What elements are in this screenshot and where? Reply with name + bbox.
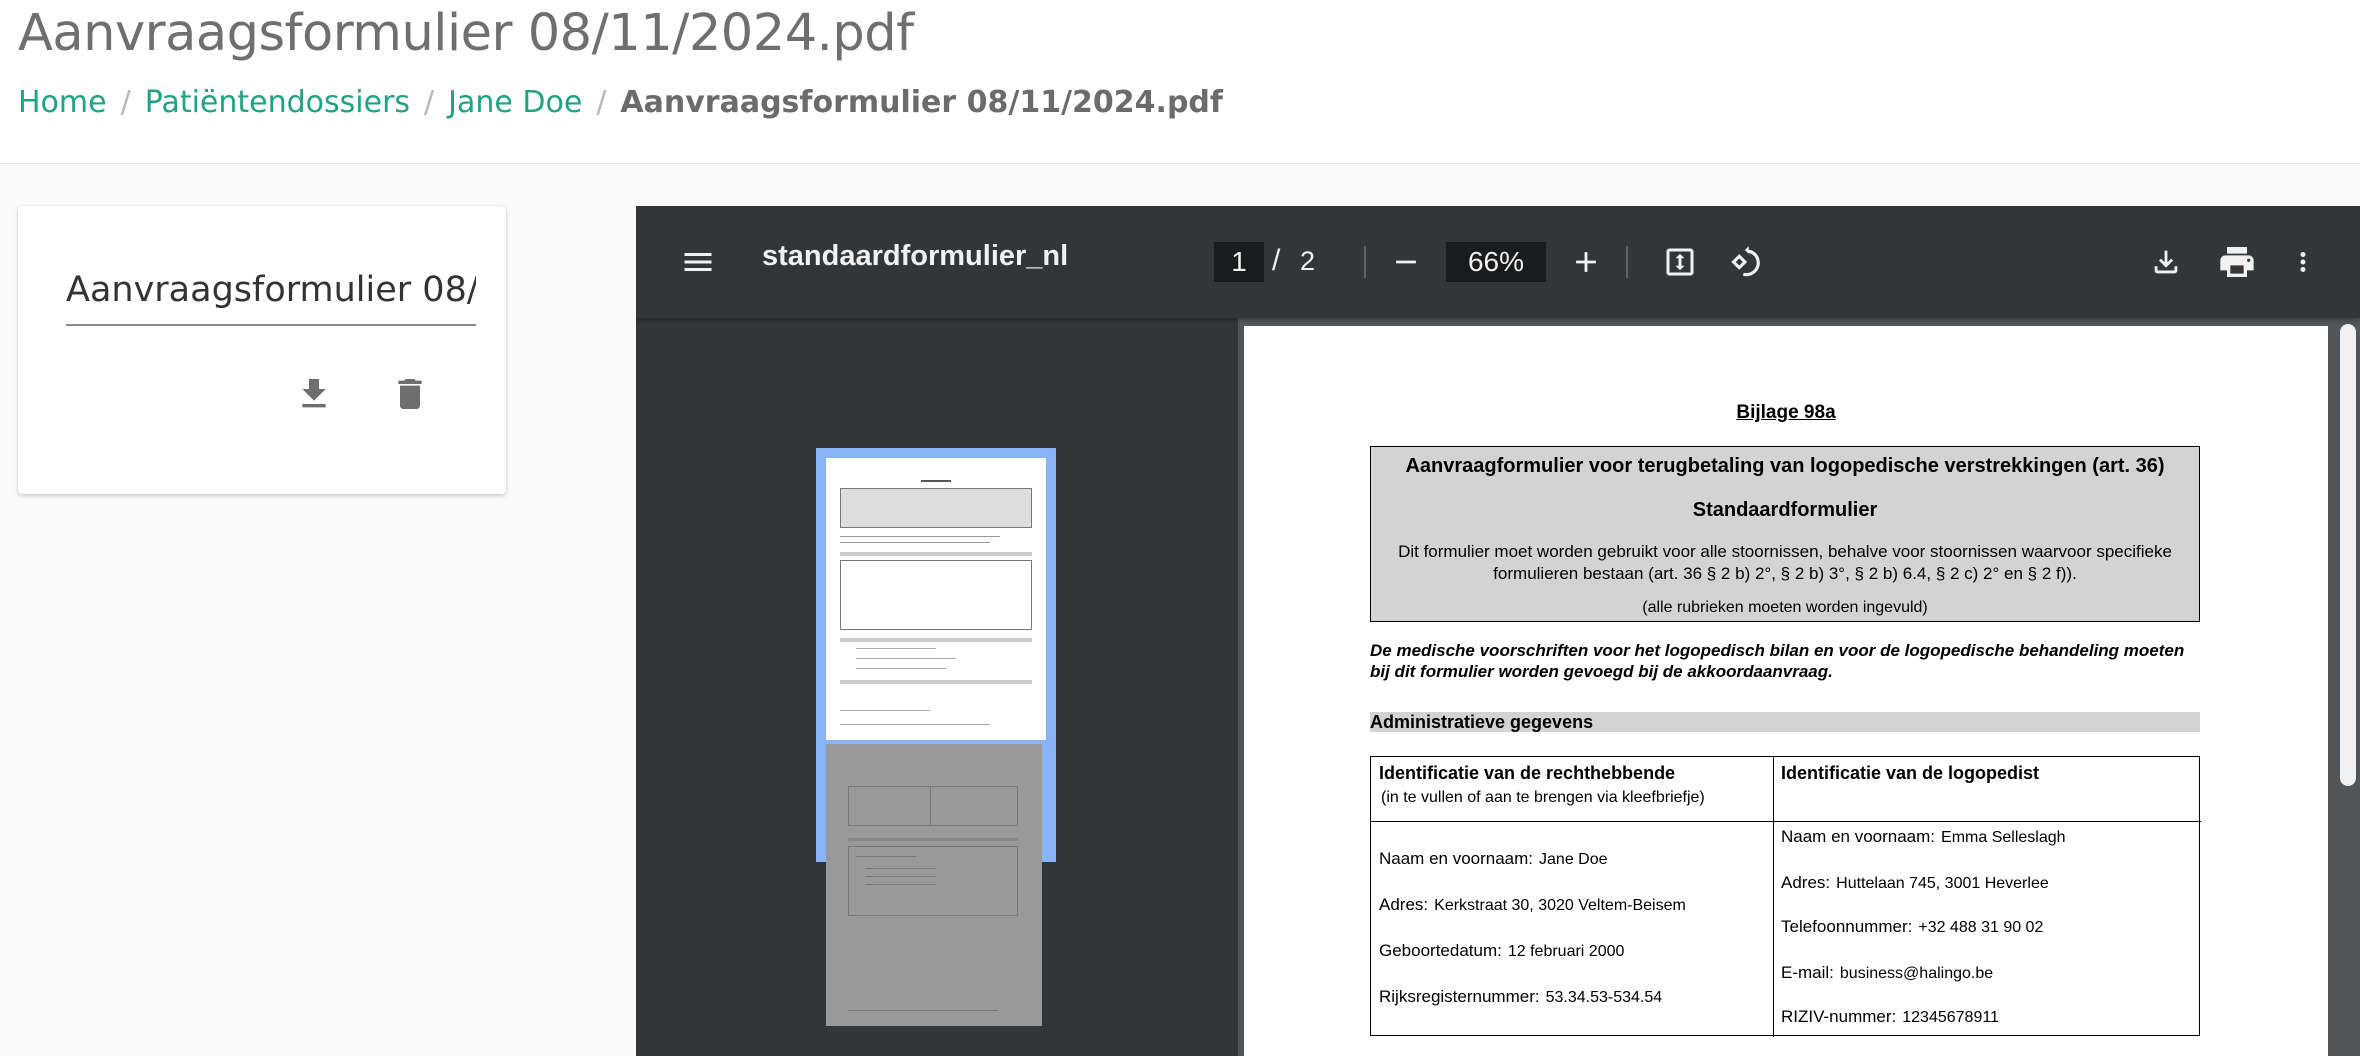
patient-rrn-field: Rijksregisternummer: 53.34.53-534.54	[1379, 987, 1663, 1006]
more-vert-icon	[2300, 252, 2306, 272]
section-admin: Administratieve gegevens	[1370, 712, 2200, 732]
download-pdf-button[interactable]	[2146, 242, 2186, 282]
print-button[interactable]	[2214, 240, 2260, 284]
scrollbar-thumb[interactable]	[2340, 324, 2356, 786]
prescription-note: De medische voorschriften voor het logop…	[1370, 641, 2185, 681]
breadcrumb-current: Aanvraagsformulier 08/11/2024.pdf	[620, 84, 1223, 120]
rotate-button[interactable]	[1724, 242, 1764, 282]
download-button[interactable]	[286, 366, 342, 422]
form-note: (alle rubrieken moeten worden ingevuld)	[1642, 599, 1928, 616]
fit-page-button[interactable]	[1660, 242, 1700, 282]
zoom-in-button[interactable]	[1566, 242, 1606, 282]
bijlage-heading: Bijlage 98a	[1736, 402, 1836, 423]
therapist-name-field: Naam en voornaam: Emma Selleslagh	[1781, 827, 2066, 846]
left-header: Identificatie van de rechthebbende	[1379, 763, 1676, 783]
thumbnail-page-1[interactable]	[826, 458, 1046, 740]
identification-table: Identificatie van de rechthebbende (in t…	[1370, 756, 2201, 1037]
page-area: Bijlage 98a Aanvraagformulier voor terug…	[1238, 318, 2360, 1056]
breadcrumb-separator: /	[424, 84, 435, 120]
thumbnail-page-2[interactable]	[826, 744, 1042, 1026]
menu-icon	[684, 253, 712, 271]
menu-button[interactable]	[676, 242, 720, 282]
fit-page-icon	[1666, 248, 1694, 276]
patient-address-field: Adres: Kerkstraat 30, 3020 Veltem-Beisem	[1379, 895, 1686, 914]
pdf-viewer: standaardformulier_nl 1 / 2 66% Bijlage …	[636, 206, 2360, 1056]
file-name-field[interactable]: Aanvraagsformulier 08/11/2024.pdf	[66, 258, 476, 326]
therapist-phone-field: Telefoonnummer: +32 488 31 90 02	[1781, 917, 2044, 936]
form-description: Dit formulier moet worden gebruikt voor …	[1398, 542, 2172, 583]
page-title: Aanvraagsformulier 08/11/2024.pdf	[18, 4, 914, 63]
form-title: Aanvraagformulier voor terugbetaling van…	[1405, 455, 2165, 477]
left-subheader: (in te vullen of aan te brengen via klee…	[1381, 789, 1705, 806]
breadcrumb-separator: /	[120, 84, 131, 120]
delete-button[interactable]	[382, 366, 438, 422]
download-icon	[302, 379, 326, 408]
page-number-input[interactable]: 1	[1214, 242, 1264, 282]
more-options-button[interactable]	[2288, 242, 2318, 282]
form-subtitle: Standaardformulier	[1692, 499, 1878, 521]
print-icon	[2220, 247, 2254, 277]
toolbar-divider	[1626, 246, 1628, 278]
page-total: 2	[1300, 246, 1316, 276]
trash-icon	[398, 379, 422, 409]
page-separator: /	[1272, 244, 1281, 277]
therapist-address-field: Adres: Huttelaan 745, 3001 Heverlee	[1781, 873, 2049, 892]
patient-birthdate-field: Geboortedatum: 12 februari 2000	[1379, 941, 1625, 960]
therapist-email-field: E-mail: business@halingo.be	[1781, 963, 1994, 982]
toolbar-divider	[1364, 246, 1366, 278]
therapist-riziv-field: RIZIV-nummer: 12345678911	[1781, 1007, 1999, 1026]
breadcrumb-separator: /	[596, 84, 607, 120]
breadcrumb-home[interactable]: Home	[18, 85, 107, 120]
breadcrumb-patient[interactable]: Jane Doe	[448, 85, 582, 120]
download-icon	[2154, 250, 2178, 274]
breadcrumb-patients[interactable]: Patiëntendossiers	[145, 85, 410, 120]
file-card: Aanvraagsformulier 08/11/2024.pdf	[18, 206, 506, 494]
rotate-icon	[1731, 246, 1760, 277]
breadcrumb: Home / Patiëntendossiers / Jane Doe / Aa…	[18, 82, 1223, 122]
form-title-box: Aanvraagformulier voor terugbetaling van…	[1370, 446, 2200, 622]
page-header: Aanvraagsformulier 08/11/2024.pdf Home /…	[0, 0, 2360, 164]
pdf-page-1: Bijlage 98a Aanvraagformulier voor terug…	[1244, 326, 2328, 1056]
document-title: standaardformulier_nl	[762, 240, 1069, 272]
right-header: Identificatie van de logopedist	[1781, 763, 2040, 783]
zoom-out-button[interactable]	[1386, 242, 1426, 282]
minus-icon	[1396, 260, 1416, 264]
viewer-toolbar: standaardformulier_nl 1 / 2 66%	[636, 206, 2360, 318]
patient-name-field: Naam en voornaam: Jane Doe	[1379, 849, 1608, 868]
zoom-input[interactable]: 66%	[1446, 242, 1546, 282]
plus-icon	[1576, 252, 1596, 272]
